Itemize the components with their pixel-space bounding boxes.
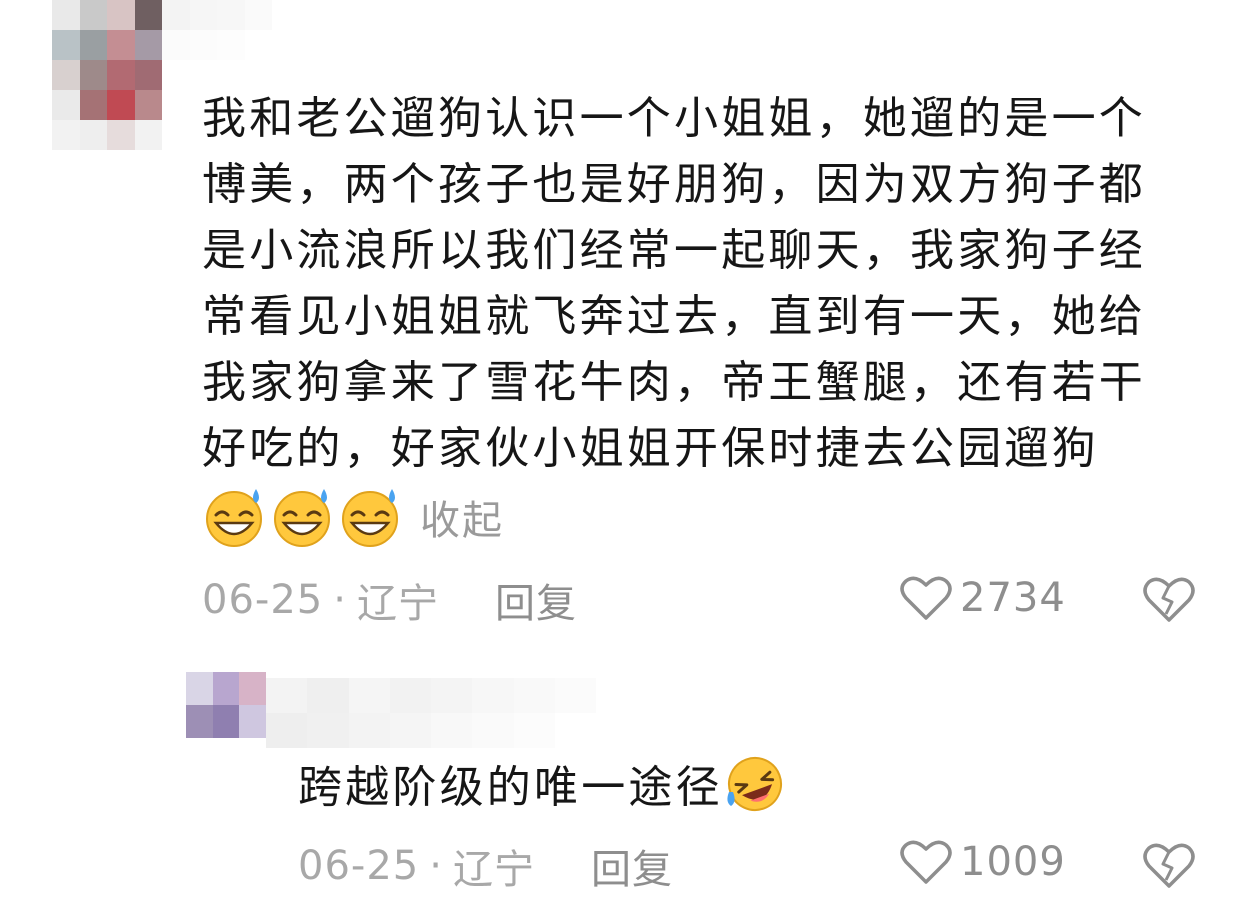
mosaic-pixel — [107, 0, 135, 30]
comment-text-line: 我家狗拿来了雪花牛肉，帝王蟹腿，还有若干 — [202, 357, 1146, 408]
mosaic-pixel — [107, 120, 135, 150]
like-button[interactable]: 1009 — [900, 838, 1066, 886]
comment-location: 辽宁 — [452, 847, 535, 893]
mosaic-pixel — [212, 705, 240, 738]
mosaic-pixel — [79, 120, 107, 150]
mosaic-pixel — [134, 0, 162, 30]
mosaic-pixel — [134, 30, 162, 60]
mosaic-pixel — [79, 0, 107, 30]
mosaic-pixel — [52, 30, 80, 60]
comment-text-line: 好吃的，好家伙小姐姐开保时捷去公园遛狗 — [202, 423, 1099, 474]
username-obscured[interactable] — [162, 0, 272, 60]
mosaic-pixel — [239, 705, 266, 738]
mosaic-pixel — [79, 90, 107, 120]
reply-button[interactable]: 回复 — [495, 571, 577, 629]
mosaic-pixel — [239, 672, 266, 705]
collapse-button[interactable]: 收起 — [420, 488, 504, 546]
avatar[interactable] — [52, 0, 162, 150]
mosaic-pixel — [189, 0, 217, 30]
comment-date: 06-25 — [298, 843, 420, 889]
mosaic-pixel — [162, 0, 190, 30]
mosaic-pixel — [513, 713, 555, 748]
mosaic-pixel — [554, 678, 596, 713]
mosaic-pixel — [266, 678, 308, 713]
mosaic-pixel — [431, 678, 473, 713]
like-count: 1009 — [960, 839, 1066, 885]
mosaic-pixel — [554, 713, 596, 748]
comment-text-line: 我和老公遛狗认识一个小姐姐，她遛的是一个 — [202, 93, 1146, 144]
mosaic-pixel — [266, 713, 308, 748]
mosaic-pixel — [472, 713, 514, 748]
mosaic-pixel — [107, 30, 135, 60]
mosaic-pixel — [513, 678, 555, 713]
avatar[interactable] — [186, 672, 266, 738]
rolling-laughing-emoji — [727, 757, 782, 811]
mosaic-pixel — [107, 90, 135, 120]
mosaic-pixel — [431, 713, 473, 748]
mosaic-pixel — [134, 60, 162, 90]
emoji-row: 收起 — [202, 484, 504, 550]
mosaic-pixel — [134, 120, 162, 150]
mosaic-pixel — [52, 120, 80, 150]
broken-heart-icon[interactable] — [1142, 840, 1196, 890]
mosaic-pixel — [189, 30, 217, 60]
mosaic-pixel — [244, 0, 272, 30]
mosaic-pixel — [186, 672, 213, 705]
mosaic-pixel — [79, 60, 107, 90]
mosaic-pixel — [52, 90, 80, 120]
mosaic-pixel — [244, 30, 272, 60]
mosaic-pixel — [348, 678, 390, 713]
mosaic-pixel — [472, 678, 514, 713]
reply-meta: 06-25 · 辽宁 回复 — [298, 838, 673, 894]
grinning-sweat-emoji — [342, 489, 398, 547]
mosaic-pixel — [348, 713, 390, 748]
comment-text-line: 常看见小姐姐就飞奔过去，直到有一天，她给 — [202, 291, 1146, 342]
comment-text-line: 博美，两个孩子也是好朋狗，因为双方狗子都 — [202, 159, 1146, 210]
heart-icon — [900, 840, 952, 884]
heart-icon — [900, 576, 952, 620]
reply-text: 跨越阶级的唯一途径 — [298, 752, 787, 821]
mosaic-pixel — [79, 30, 107, 60]
meta-separator: · — [333, 577, 347, 623]
reply-button[interactable]: 回复 — [591, 837, 673, 895]
mosaic-pixel — [186, 705, 213, 738]
reply-text-content: 跨越阶级的唯一途径 — [298, 762, 723, 813]
username-obscured[interactable] — [266, 678, 596, 748]
comment-location: 辽宁 — [356, 581, 439, 627]
meta-separator: · — [429, 843, 443, 889]
mosaic-pixel — [389, 713, 431, 748]
comment-meta: 06-25 · 辽宁 回复 — [202, 572, 577, 628]
mosaic-pixel — [52, 60, 80, 90]
mosaic-pixel — [212, 672, 240, 705]
grinning-sweat-emoji — [274, 489, 330, 547]
mosaic-pixel — [217, 0, 245, 30]
mosaic-pixel — [217, 30, 245, 60]
mosaic-pixel — [389, 678, 431, 713]
mosaic-pixel — [107, 60, 135, 90]
comment-text: 我和老公遛狗认识一个小姐姐，她遛的是一个 博美，两个孩子也是好朋狗，因为双方狗子… — [202, 86, 1212, 482]
mosaic-pixel — [307, 713, 349, 748]
grinning-sweat-emoji — [206, 489, 262, 547]
comment-text-line: 是小流浪所以我们经常一起聊天，我家狗子经 — [202, 225, 1146, 276]
comment-date: 06-25 — [202, 577, 324, 623]
like-count: 2734 — [960, 575, 1066, 621]
like-button[interactable]: 2734 — [900, 574, 1066, 622]
mosaic-pixel — [162, 30, 190, 60]
mosaic-pixel — [134, 90, 162, 120]
mosaic-pixel — [307, 678, 349, 713]
mosaic-pixel — [52, 0, 80, 30]
broken-heart-icon[interactable] — [1142, 574, 1196, 624]
